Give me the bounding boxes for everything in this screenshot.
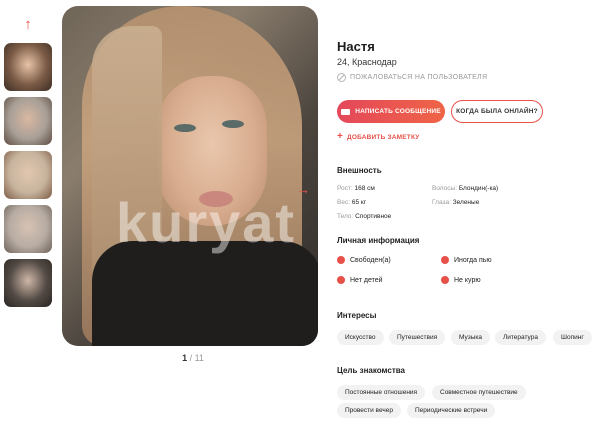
- photo-thumbnail[interactable]: [4, 259, 52, 307]
- interests-title: Интересы: [337, 311, 377, 320]
- body-label: Тело:: [337, 213, 354, 220]
- last-online-button[interactable]: КОГДА БЫЛА ОНЛАЙН?: [451, 100, 543, 123]
- plus-icon: +: [337, 131, 344, 142]
- personal-info-text: Иногда пью: [454, 256, 492, 264]
- body-value: Спортивное: [355, 213, 392, 220]
- goal-tag[interactable]: Постоянные отношения: [337, 385, 426, 400]
- add-note-label: ДОБАВИТЬ ЗАМЕТКУ: [347, 133, 420, 141]
- photo-counter-current: 1: [182, 353, 188, 363]
- body-attribute: Тело: Спортивное: [337, 213, 391, 220]
- thumbnail-image: [4, 205, 52, 253]
- goal-title: Цель знакомства: [337, 366, 405, 375]
- personal-info-item: Свободен(а): [337, 256, 391, 264]
- goal-tag[interactable]: Провести вечер: [337, 403, 401, 418]
- complain-link[interactable]: ПОЖАЛОВАТЬСЯ НА ПОЛЬЗОВАТЕЛЯ: [337, 73, 487, 82]
- eyes-attribute: Глаза: Зеленые: [432, 199, 479, 206]
- personal-info-item: Иногда пью: [441, 256, 492, 264]
- personal-info-text: Нет детей: [350, 276, 383, 284]
- photo-counter-total: / 11: [189, 353, 204, 363]
- photo-counter: 1 / 11: [173, 353, 213, 363]
- height-value: 168 см: [354, 185, 375, 192]
- add-note-link[interactable]: + ДОБАВИТЬ ЗАМЕТКУ: [337, 131, 420, 142]
- weight-attribute: Вес: 65 кг: [337, 199, 366, 206]
- goal-tag[interactable]: Периодические встречи: [407, 403, 496, 418]
- personal-info-item: Нет детей: [337, 276, 383, 284]
- photo-eye: [174, 124, 196, 132]
- weight-value: 65 кг: [351, 199, 367, 206]
- eyes-value: Зеленые: [452, 199, 480, 206]
- thumbnail-image: [4, 43, 52, 91]
- interest-tag[interactable]: Музыка: [451, 330, 490, 345]
- thumbnail-image: [4, 151, 52, 199]
- photo-eye: [222, 120, 244, 128]
- profile-name: Настя: [337, 39, 375, 54]
- next-photo-arrow-icon[interactable]: →: [296, 181, 310, 197]
- main-profile-photo[interactable]: kuryat: [62, 6, 318, 346]
- write-message-button[interactable]: НАПИСАТЬ СООБЩЕНИЕ: [337, 100, 445, 123]
- photo-thumbnail[interactable]: [4, 97, 52, 145]
- personal-info-text: Не курю: [454, 276, 481, 284]
- photo-thumbnail[interactable]: [4, 151, 52, 199]
- appearance-title: Внешность: [337, 166, 382, 175]
- eyes-label: Глаза:: [432, 199, 451, 206]
- photo-thumbnail[interactable]: [4, 205, 52, 253]
- stroller-icon: [337, 276, 345, 284]
- weight-label: Вес:: [337, 199, 351, 206]
- photo-thumbnail[interactable]: [4, 43, 52, 91]
- personal-info-item: Не курю: [441, 276, 481, 284]
- personal-info-text: Свободен(а): [350, 256, 391, 264]
- last-online-label: КОГДА БЫЛА ОНЛАЙН?: [456, 108, 538, 115]
- thumbnail-image: [4, 259, 52, 307]
- complain-label: ПОЖАЛОВАТЬСЯ НА ПОЛЬЗОВАТЕЛЯ: [350, 74, 488, 81]
- block-icon: [337, 73, 346, 82]
- write-message-label: НАПИСАТЬ СООБЩЕНИЕ: [355, 108, 441, 115]
- thumbnail-image: [4, 97, 52, 145]
- interest-tag[interactable]: Литература: [495, 330, 546, 345]
- heart-icon: [337, 256, 345, 264]
- photo-watermark: kuryat: [116, 191, 297, 254]
- height-attribute: Рост: 168 см: [337, 185, 375, 192]
- interest-tag[interactable]: Путешествия: [389, 330, 446, 345]
- height-label: Рост:: [337, 185, 353, 192]
- hair-value: Блондин(-ка): [458, 185, 499, 192]
- personal-info-title: Личная информация: [337, 236, 420, 245]
- scroll-up-arrow-icon[interactable]: ↑: [21, 16, 35, 34]
- hair-attribute: Волосы: Блондин(-ка): [432, 185, 498, 192]
- hair-label: Волосы:: [432, 185, 458, 192]
- wine-icon: [441, 256, 449, 264]
- interest-tag[interactable]: Искусство: [337, 330, 384, 345]
- envelope-icon: [341, 108, 351, 115]
- photo-shirt: [92, 241, 318, 346]
- interest-tag[interactable]: Шопинг: [553, 330, 592, 345]
- no-smoking-icon: [441, 276, 449, 284]
- goal-tag[interactable]: Совместное путешествие: [432, 385, 526, 400]
- profile-age-city: 24, Краснодар: [337, 57, 397, 67]
